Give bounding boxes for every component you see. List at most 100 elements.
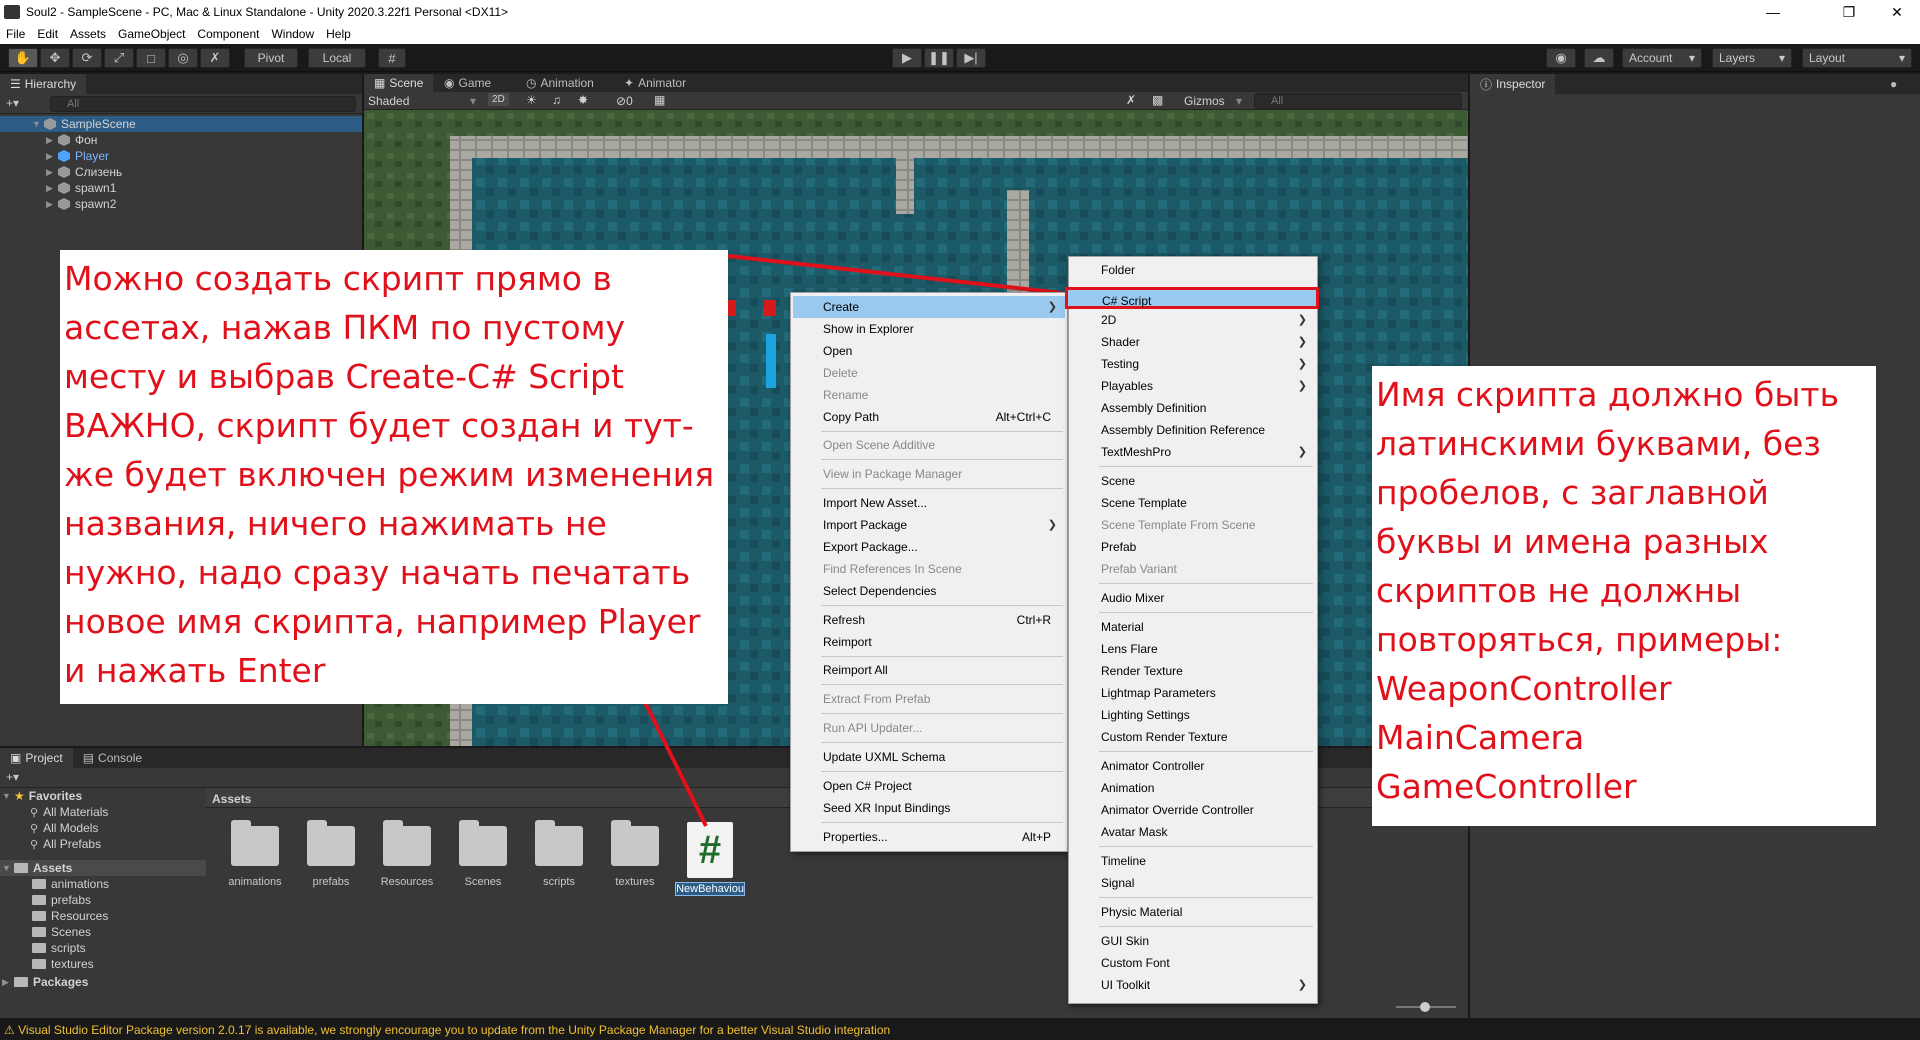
status-bar: ⚠ Visual Studio Editor Package version 2…: [0, 1020, 1920, 1040]
menu-item-label: Scene Template: [1101, 496, 1187, 510]
context-item-find-references[interactable]: Find References In Scene: [793, 558, 1065, 580]
create-item-animator-override-controller[interactable]: Animator Override Controller: [1071, 799, 1315, 821]
status-message[interactable]: Visual Studio Editor Package version 2.0…: [18, 1023, 890, 1037]
chevron-right-icon: ❯: [1297, 979, 1307, 991]
menu-item-label: Custom Render Texture: [1101, 730, 1228, 744]
context-item-create[interactable]: Create ❯: [793, 296, 1065, 318]
create-item-prefab-variant[interactable]: Prefab Variant: [1071, 558, 1315, 580]
menu-item-label: Playables: [1101, 379, 1154, 393]
menu-item-label: UI Toolkit: [1101, 978, 1151, 992]
create-item-playables[interactable]: Playables ❯: [1071, 375, 1315, 397]
menu-separator: [1099, 846, 1313, 847]
menu-item-label: Open C# Project: [823, 779, 912, 793]
menu-item-label: Export Package...: [823, 540, 918, 554]
create-item-scene-template[interactable]: Scene Template: [1071, 492, 1315, 514]
create-item-audio-mixer[interactable]: Audio Mixer: [1071, 587, 1315, 609]
menu-item-label: Import New Asset...: [823, 496, 928, 510]
context-item-reimport[interactable]: Reimport: [793, 631, 1065, 653]
create-item-animation[interactable]: Animation: [1071, 777, 1315, 799]
create-item-ui-toolkit[interactable]: UI Toolkit ❯: [1071, 974, 1315, 996]
create-item-lightmap-parameters[interactable]: Lightmap Parameters: [1071, 682, 1315, 704]
menu-item-shortcut: Alt+P: [1021, 830, 1051, 844]
menu-item-label: Lighting Settings: [1101, 708, 1190, 722]
context-item-import-package[interactable]: Import Package ❯: [793, 514, 1065, 536]
create-item-signal[interactable]: Signal: [1071, 872, 1315, 894]
context-item-open[interactable]: Open: [793, 340, 1065, 362]
context-item-seed-xr-input[interactable]: Seed XR Input Bindings: [793, 797, 1065, 819]
create-item-physic-material[interactable]: Physic Material: [1071, 901, 1315, 923]
chevron-right-icon: ❯: [1297, 336, 1307, 348]
menu-separator: [821, 605, 1063, 606]
context-item-properties[interactable]: Properties... Alt+P: [793, 826, 1065, 848]
context-item-export-package[interactable]: Export Package...: [793, 536, 1065, 558]
menu-item-label: Extract From Prefab: [823, 692, 931, 706]
context-item-open-scene-additive[interactable]: Open Scene Additive: [793, 434, 1065, 456]
chevron-right-icon: ❯: [1047, 519, 1057, 531]
create-item-timeline[interactable]: Timeline: [1071, 850, 1315, 872]
create-item-shader[interactable]: Shader ❯: [1071, 331, 1315, 353]
context-item-copy-path[interactable]: Copy Path Alt+Ctrl+C: [793, 406, 1065, 428]
context-item-update-uxml-schema[interactable]: Update UXML Schema: [793, 746, 1065, 768]
menu-separator: [1099, 926, 1313, 927]
create-item-assembly-definition-reference[interactable]: Assembly Definition Reference: [1071, 419, 1315, 441]
menu-item-label: Reimport All: [823, 663, 888, 677]
menu-item-label: Seed XR Input Bindings: [823, 801, 951, 815]
context-item-refresh[interactable]: Refresh Ctrl+R: [793, 609, 1065, 631]
context-menu: Create ❯ Show in Explorer Open Delete Ren…: [790, 292, 1068, 852]
create-item-scene-template-from-scene[interactable]: Scene Template From Scene: [1071, 514, 1315, 536]
create-item-scene[interactable]: Scene: [1071, 470, 1315, 492]
menu-item-label: Material: [1101, 620, 1144, 634]
menu-item-label: Rename: [823, 388, 869, 402]
menu-item-label: Physic Material: [1101, 905, 1183, 919]
menu-item-label: Lightmap Parameters: [1101, 686, 1216, 700]
create-item-material[interactable]: Material: [1071, 616, 1315, 638]
context-item-reimport-all[interactable]: Reimport All: [793, 659, 1065, 681]
menu-item-label: Custom Font: [1101, 956, 1170, 970]
create-item-folder[interactable]: Folder: [1071, 259, 1315, 281]
create-item-assembly-definition[interactable]: Assembly Definition: [1071, 397, 1315, 419]
create-item-csharp-script[interactable]: C# Script: [1065, 287, 1319, 309]
create-item-render-texture[interactable]: Render Texture: [1071, 660, 1315, 682]
menu-item-label: Shader: [1101, 335, 1140, 349]
create-item-animator-controller[interactable]: Animator Controller: [1071, 755, 1315, 777]
create-item-lighting-settings[interactable]: Lighting Settings: [1071, 704, 1315, 726]
menu-item-label: Signal: [1101, 876, 1135, 890]
menu-item-label: Audio Mixer: [1101, 591, 1165, 605]
create-item-avatar-mask[interactable]: Avatar Mask: [1071, 821, 1315, 843]
create-item-prefab[interactable]: Prefab: [1071, 536, 1315, 558]
menu-separator: [1099, 612, 1313, 613]
context-item-import-new-asset[interactable]: Import New Asset...: [793, 492, 1065, 514]
menu-item-label: Folder: [1101, 263, 1136, 277]
menu-item-label: Show in Explorer: [823, 322, 914, 336]
menu-item-label: Scene: [1101, 474, 1136, 488]
create-item-gui-skin[interactable]: GUI Skin: [1071, 930, 1315, 952]
menu-item-label: Select Dependencies: [823, 584, 937, 598]
context-item-show-in-explorer[interactable]: Show in Explorer: [793, 318, 1065, 340]
context-item-select-dependencies[interactable]: Select Dependencies: [793, 580, 1065, 602]
menu-separator: [821, 771, 1063, 772]
context-item-extract-from-prefab[interactable]: Extract From Prefab: [793, 688, 1065, 710]
menu-item-label: TextMeshPro: [1101, 445, 1172, 459]
create-item-custom-font[interactable]: Custom Font: [1071, 952, 1315, 974]
context-item-view-in-package-manager[interactable]: View in Package Manager: [793, 463, 1065, 485]
menu-separator: [821, 713, 1063, 714]
menu-item-label: Reimport: [823, 635, 872, 649]
menu-item-label: Scene Template From Scene: [1101, 518, 1256, 532]
context-item-rename[interactable]: Rename: [793, 384, 1065, 406]
context-item-open-csharp-project[interactable]: Open C# Project: [793, 775, 1065, 797]
menu-item-label: Run API Updater...: [823, 721, 923, 735]
create-item-textmeshpro[interactable]: TextMeshPro ❯: [1071, 441, 1315, 463]
menu-separator: [1099, 466, 1313, 467]
menu-item-label: Animation: [1101, 781, 1155, 795]
create-item-2d[interactable]: 2D ❯: [1071, 309, 1315, 331]
annotation-arrow-to-csharp: [727, 254, 1063, 295]
create-item-testing[interactable]: Testing ❯: [1071, 353, 1315, 375]
menu-separator: [821, 459, 1063, 460]
create-item-lens-flare[interactable]: Lens Flare: [1071, 638, 1315, 660]
menu-item-shortcut: Ctrl+R: [1016, 613, 1051, 627]
menu-item-label: Create: [823, 300, 860, 314]
create-item-custom-render-texture[interactable]: Custom Render Texture: [1071, 726, 1315, 748]
context-item-run-api-updater[interactable]: Run API Updater...: [793, 717, 1065, 739]
context-item-delete[interactable]: Delete: [793, 362, 1065, 384]
menu-item-label: Render Texture: [1101, 664, 1183, 678]
